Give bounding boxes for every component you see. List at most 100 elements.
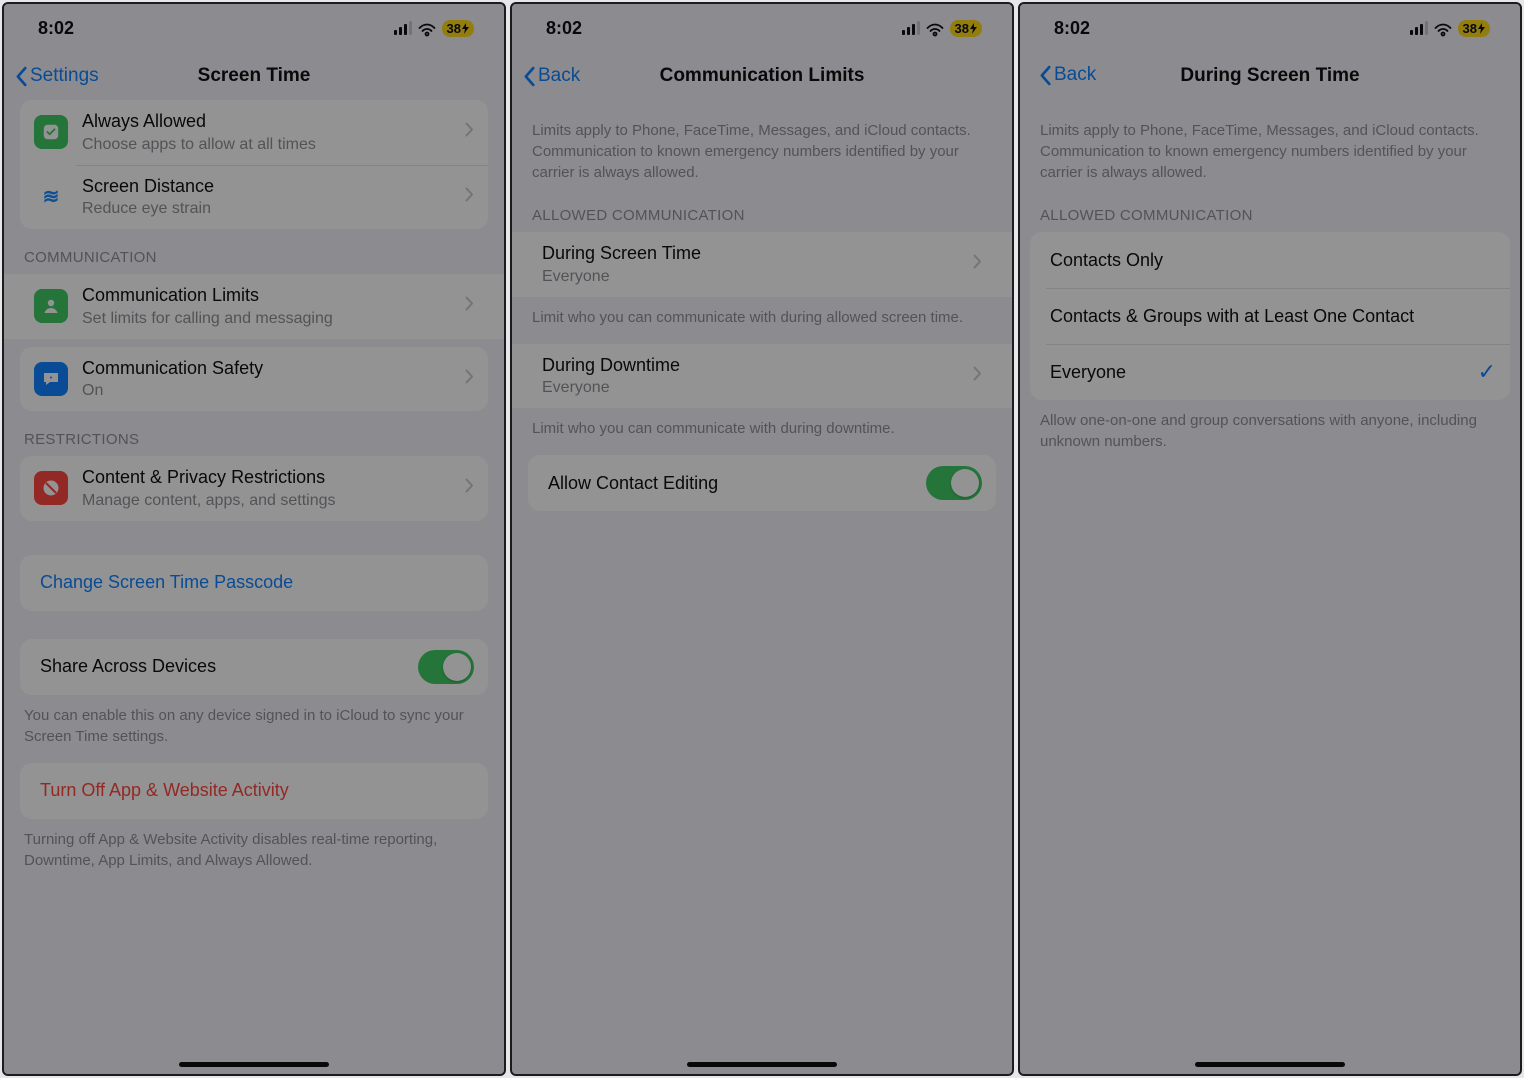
share-devices-toggle[interactable] [418, 650, 474, 684]
row-label: Screen Distance [82, 175, 465, 198]
section-header-allowed: ALLOWED COMMUNICATION [512, 187, 1012, 232]
chevron-right-icon [973, 366, 982, 386]
chevron-right-icon [465, 187, 474, 207]
back-label: Back [1054, 64, 1096, 86]
checkmark-icon: ✓ [1478, 359, 1496, 385]
row-during-screen-time[interactable]: During Screen Time Everyone [512, 232, 1012, 297]
status-icons: 38 [394, 20, 474, 37]
wifi-icon [1434, 21, 1452, 35]
chevron-right-icon [973, 254, 982, 274]
row-label: Share Across Devices [40, 655, 418, 678]
option-everyone[interactable]: Everyone ✓ [1030, 344, 1510, 400]
chevron-left-icon [522, 66, 536, 87]
content-scroll[interactable]: Limits apply to Phone, FaceTime, Message… [512, 100, 1012, 1074]
cellular-icon [394, 21, 412, 35]
chevron-left-icon [1038, 65, 1052, 86]
cellular-icon [902, 21, 920, 35]
row-sub: Set limits for calling and messaging [82, 309, 465, 329]
nav-bar: Settings Screen Time [4, 52, 504, 100]
dst-info: Limit who you can communicate with durin… [512, 297, 1012, 332]
group-comm-safety: Communication Safety On [20, 347, 488, 412]
chevron-right-icon [465, 296, 474, 316]
row-sub: Choose apps to allow at all times [82, 135, 465, 155]
row-sub: Manage content, apps, and settings [82, 491, 465, 511]
row-sub: Reduce eye strain [82, 199, 465, 219]
row-sub: On [82, 381, 465, 401]
option-contacts-groups[interactable]: Contacts & Groups with at Least One Cont… [1030, 288, 1510, 344]
home-indicator[interactable] [687, 1062, 837, 1067]
back-label: Settings [30, 65, 99, 87]
check-shield-icon [34, 115, 68, 149]
row-label: Communication Safety [82, 357, 465, 380]
content-scroll[interactable]: Limits apply to Phone, FaceTime, Message… [1020, 100, 1520, 1074]
row-label: Communication Limits [82, 284, 465, 307]
contact-icon [34, 289, 68, 323]
group-change-passcode: Change Screen Time Passcode [20, 555, 488, 611]
content-scroll[interactable]: Always Allowed Choose apps to allow at a… [4, 100, 504, 1074]
row-during-screen-time-highlight: During Screen Time Everyone [512, 232, 1012, 297]
contact-editing-toggle[interactable] [926, 466, 982, 500]
back-button[interactable]: Back [512, 65, 580, 87]
chevron-right-icon [465, 478, 474, 498]
status-time: 8:02 [38, 18, 74, 39]
chevron-right-icon [465, 369, 474, 389]
dd-info: Limit who you can communicate with durin… [512, 408, 1012, 443]
back-label: Back [538, 65, 580, 87]
row-screen-distance[interactable]: ≋ Screen Distance Reduce eye strain [20, 165, 488, 230]
row-allow-contact-editing[interactable]: Allow Contact Editing [528, 455, 996, 511]
group-restrictions: Content & Privacy Restrictions Manage co… [20, 456, 488, 521]
section-header-allowed: ALLOWED COMMUNICATION [1020, 187, 1520, 232]
battery-icon: 38 [442, 20, 474, 37]
status-bar: 8:02 38 [4, 4, 504, 52]
row-during-downtime-highlight: During Downtime Everyone [512, 344, 1012, 409]
battery-icon: 38 [1458, 20, 1490, 37]
status-icons: 38 [902, 20, 982, 37]
row-communication-limits[interactable]: Communication Limits Set limits for call… [4, 274, 504, 339]
back-button-highlight: Back [1020, 58, 1112, 94]
option-contacts-only[interactable]: Contacts Only [1030, 232, 1510, 288]
nav-bar: Back Communication Limits [512, 52, 1012, 100]
row-label: Allow Contact Editing [548, 472, 926, 495]
row-turn-off-activity[interactable]: Turn Off App & Website Activity [20, 763, 488, 819]
status-bar: 8:02 38 [512, 4, 1012, 52]
group-share-devices: Share Across Devices [20, 639, 488, 695]
link-label: Change Screen Time Passcode [40, 571, 293, 594]
section-header-communication: COMMUNICATION [4, 229, 504, 274]
everyone-info: Allow one-on-one and group conversations… [1020, 400, 1520, 456]
back-button[interactable]: Settings [4, 65, 99, 87]
row-label: During Downtime [542, 354, 973, 377]
row-during-downtime[interactable]: During Downtime Everyone [512, 344, 1012, 409]
chevron-left-icon [14, 66, 28, 87]
limits-info: Limits apply to Phone, FaceTime, Message… [1020, 100, 1520, 187]
phone-communication-limits: 8:02 38 Back Communication Limits Limits… [510, 2, 1014, 1076]
home-indicator[interactable] [179, 1062, 329, 1067]
row-label: During Screen Time [542, 242, 973, 265]
row-always-allowed[interactable]: Always Allowed Choose apps to allow at a… [20, 100, 488, 165]
row-label: Always Allowed [82, 110, 465, 133]
row-content-privacy[interactable]: Content & Privacy Restrictions Manage co… [20, 456, 488, 521]
nav-bar: Back During Screen Time [1020, 52, 1520, 100]
limits-info: Limits apply to Phone, FaceTime, Message… [512, 100, 1012, 187]
group-general: Always Allowed Choose apps to allow at a… [20, 100, 488, 229]
option-label: Contacts Only [1050, 249, 1496, 272]
wifi-icon [926, 21, 944, 35]
group-turn-off: Turn Off App & Website Activity [20, 763, 488, 819]
row-label: Content & Privacy Restrictions [82, 466, 465, 489]
row-change-passcode[interactable]: Change Screen Time Passcode [20, 555, 488, 611]
home-indicator[interactable] [1195, 1062, 1345, 1067]
message-warning-icon [34, 362, 68, 396]
wifi-icon [418, 21, 436, 35]
turn-off-info: Turning off App & Website Activity disab… [4, 819, 504, 875]
section-header-restrictions: RESTRICTIONS [4, 411, 504, 456]
back-button[interactable]: Back [1028, 64, 1096, 86]
no-entry-icon [34, 471, 68, 505]
status-bar: 8:02 38 [1020, 4, 1520, 52]
share-devices-info: You can enable this on any device signed… [4, 695, 504, 751]
phone-screen-time: 8:02 38 Settings Screen Time Always Allo… [2, 2, 506, 1076]
status-icons: 38 [1410, 20, 1490, 37]
row-communication-limits-highlight: Communication Limits Set limits for call… [4, 274, 504, 339]
option-label: Everyone [1050, 361, 1478, 384]
row-share-devices[interactable]: Share Across Devices [20, 639, 488, 695]
cellular-icon [1410, 21, 1428, 35]
row-communication-safety[interactable]: Communication Safety On [20, 347, 488, 412]
